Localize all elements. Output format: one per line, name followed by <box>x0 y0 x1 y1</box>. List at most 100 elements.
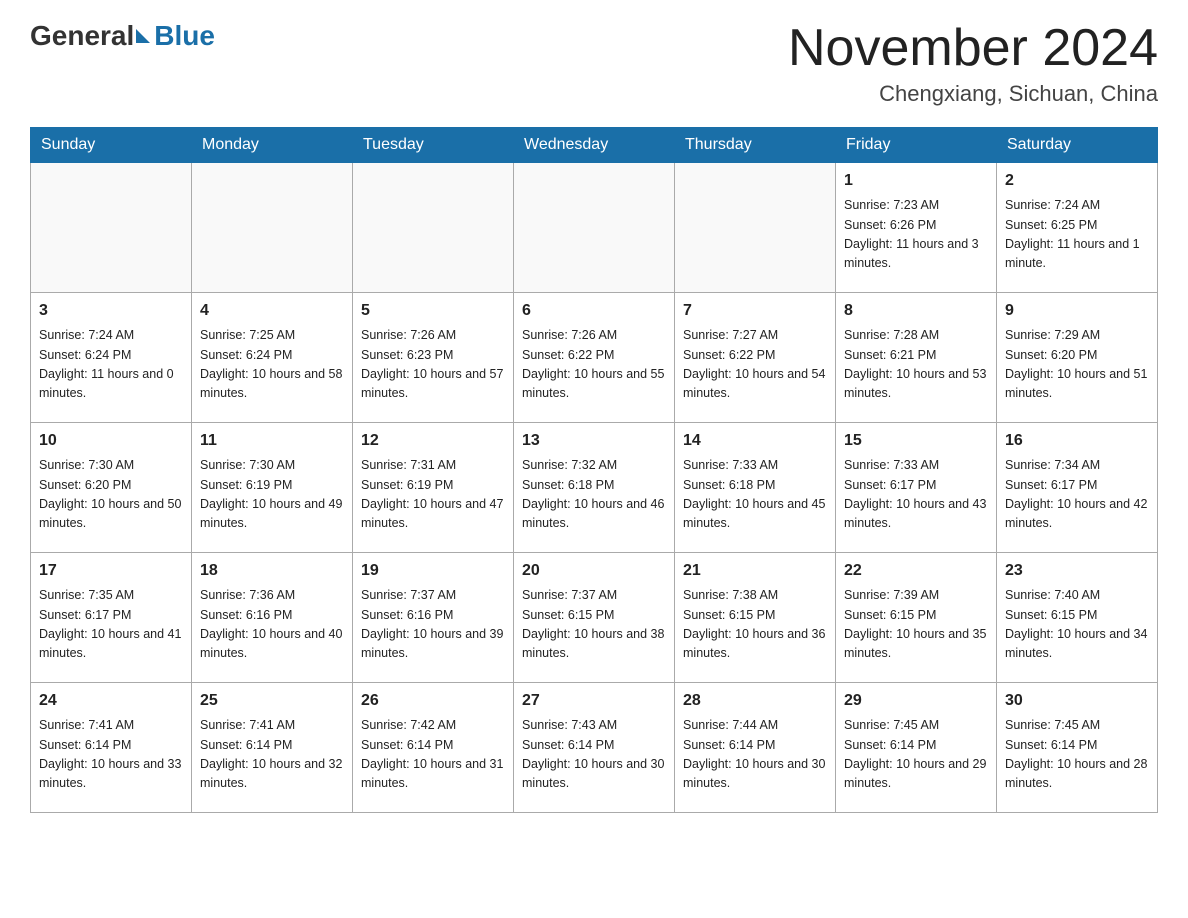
calendar-cell: 30 Sunrise: 7:45 AM Sunset: 6:14 PM Dayli… <box>997 683 1158 813</box>
day-number: 12 <box>361 429 505 453</box>
day-info: Sunrise: 7:41 AM Sunset: 6:14 PM Dayligh… <box>200 716 344 794</box>
day-info: Sunrise: 7:31 AM Sunset: 6:19 PM Dayligh… <box>361 456 505 534</box>
calendar-cell: 8Sunrise: 7:28 AM Sunset: 6:21 PM Daylig… <box>836 293 997 423</box>
day-info: Sunrise: 7:45 AM Sunset: 6:14 PM Dayligh… <box>1005 716 1149 794</box>
location-label: Chengxiang, Sichuan, China <box>788 81 1158 107</box>
weekday-header-monday: Monday <box>192 128 353 163</box>
day-number: 13 <box>522 429 666 453</box>
day-number: 28 <box>683 689 827 713</box>
day-number: 15 <box>844 429 988 453</box>
calendar-week-row: 24 Sunrise: 7:41 AM Sunset: 6:14 PM Dayli… <box>31 683 1158 813</box>
logo: General Blue <box>30 20 215 52</box>
calendar-cell: 17Sunrise: 7:35 AM Sunset: 6:17 PM Dayli… <box>31 553 192 683</box>
day-number: 20 <box>522 559 666 583</box>
day-info: Sunrise: 7:41 AM Sunset: 6:14 PM Dayligh… <box>39 716 183 794</box>
calendar-cell: 15Sunrise: 7:33 AM Sunset: 6:17 PM Dayli… <box>836 423 997 553</box>
calendar-week-row: 3Sunrise: 7:24 AM Sunset: 6:24 PM Daylig… <box>31 293 1158 423</box>
calendar-cell: 2Sunrise: 7:24 AM Sunset: 6:25 PM Daylig… <box>997 163 1158 293</box>
day-info: Sunrise: 7:30 AM Sunset: 6:20 PM Dayligh… <box>39 456 183 534</box>
weekday-header-wednesday: Wednesday <box>514 128 675 163</box>
calendar-cell: 23 Sunrise: 7:40 AM Sunset: 6:15 PM Dayli… <box>997 553 1158 683</box>
day-info: Sunrise: 7:38 AM Sunset: 6:15 PM Dayligh… <box>683 586 827 664</box>
weekday-header-sunday: Sunday <box>31 128 192 163</box>
calendar-cell: 26 Sunrise: 7:42 AM Sunset: 6:14 PM Dayli… <box>353 683 514 813</box>
day-info: Sunrise: 7:24 AM Sunset: 6:24 PM Dayligh… <box>39 326 183 404</box>
day-info: Sunrise: 7:24 AM Sunset: 6:25 PM Dayligh… <box>1005 196 1149 274</box>
logo-blue-text: Blue <box>154 20 215 52</box>
day-number: 11 <box>200 429 344 453</box>
day-number: 27 <box>522 689 666 713</box>
day-number: 18 <box>200 559 344 583</box>
day-number: 16 <box>1005 429 1149 453</box>
day-info: Sunrise: 7:33 AM Sunset: 6:18 PM Dayligh… <box>683 456 827 534</box>
calendar-cell: 19Sunrise: 7:37 AM Sunset: 6:16 PM Dayli… <box>353 553 514 683</box>
day-number: 23 <box>1005 559 1149 583</box>
day-info: Sunrise: 7:23 AM Sunset: 6:26 PM Dayligh… <box>844 196 988 274</box>
day-info: Sunrise: 7:29 AM Sunset: 6:20 PM Dayligh… <box>1005 326 1149 404</box>
day-info: Sunrise: 7:43 AM Sunset: 6:14 PM Dayligh… <box>522 716 666 794</box>
day-info: Sunrise: 7:25 AM Sunset: 6:24 PM Dayligh… <box>200 326 344 404</box>
calendar-week-row: 17Sunrise: 7:35 AM Sunset: 6:17 PM Dayli… <box>31 553 1158 683</box>
day-number: 21 <box>683 559 827 583</box>
day-number: 25 <box>200 689 344 713</box>
day-info: Sunrise: 7:36 AM Sunset: 6:16 PM Dayligh… <box>200 586 344 664</box>
day-info: Sunrise: 7:37 AM Sunset: 6:15 PM Dayligh… <box>522 586 666 664</box>
day-number: 26 <box>361 689 505 713</box>
day-number: 30 <box>1005 689 1149 713</box>
calendar-cell: 24 Sunrise: 7:41 AM Sunset: 6:14 PM Dayli… <box>31 683 192 813</box>
weekday-header-row: SundayMondayTuesdayWednesdayThursdayFrid… <box>31 128 1158 163</box>
calendar-cell: 28 Sunrise: 7:44 AM Sunset: 6:14 PM Dayli… <box>675 683 836 813</box>
day-info: Sunrise: 7:26 AM Sunset: 6:23 PM Dayligh… <box>361 326 505 404</box>
logo-arrow-icon <box>136 29 150 43</box>
day-number: 5 <box>361 299 505 323</box>
title-area: November 2024 Chengxiang, Sichuan, China <box>788 20 1158 107</box>
calendar-week-row: 1 Sunrise: 7:23 AM Sunset: 6:26 PM Daylig… <box>31 163 1158 293</box>
day-number: 1 <box>844 169 988 193</box>
calendar-cell: 11 Sunrise: 7:30 AM Sunset: 6:19 PM Dayli… <box>192 423 353 553</box>
weekday-header-friday: Friday <box>836 128 997 163</box>
day-info: Sunrise: 7:32 AM Sunset: 6:18 PM Dayligh… <box>522 456 666 534</box>
page-header: General Blue November 2024 Chengxiang, S… <box>30 20 1158 107</box>
calendar-cell: 4 Sunrise: 7:25 AM Sunset: 6:24 PM Daylig… <box>192 293 353 423</box>
calendar-cell: 25 Sunrise: 7:41 AM Sunset: 6:14 PM Dayli… <box>192 683 353 813</box>
calendar-cell <box>31 163 192 293</box>
day-info: Sunrise: 7:40 AM Sunset: 6:15 PM Dayligh… <box>1005 586 1149 664</box>
calendar-cell: 6 Sunrise: 7:26 AM Sunset: 6:22 PM Daylig… <box>514 293 675 423</box>
calendar-cell: 12 Sunrise: 7:31 AM Sunset: 6:19 PM Dayli… <box>353 423 514 553</box>
day-number: 6 <box>522 299 666 323</box>
day-number: 4 <box>200 299 344 323</box>
day-info: Sunrise: 7:35 AM Sunset: 6:17 PM Dayligh… <box>39 586 183 664</box>
calendar-cell: 18 Sunrise: 7:36 AM Sunset: 6:16 PM Dayli… <box>192 553 353 683</box>
weekday-header-saturday: Saturday <box>997 128 1158 163</box>
day-info: Sunrise: 7:44 AM Sunset: 6:14 PM Dayligh… <box>683 716 827 794</box>
day-number: 10 <box>39 429 183 453</box>
day-info: Sunrise: 7:27 AM Sunset: 6:22 PM Dayligh… <box>683 326 827 404</box>
calendar-cell <box>192 163 353 293</box>
calendar-cell: 1 Sunrise: 7:23 AM Sunset: 6:26 PM Daylig… <box>836 163 997 293</box>
calendar-cell <box>353 163 514 293</box>
day-info: Sunrise: 7:39 AM Sunset: 6:15 PM Dayligh… <box>844 586 988 664</box>
day-number: 9 <box>1005 299 1149 323</box>
calendar-cell: 29Sunrise: 7:45 AM Sunset: 6:14 PM Dayli… <box>836 683 997 813</box>
calendar-cell: 13 Sunrise: 7:32 AM Sunset: 6:18 PM Dayli… <box>514 423 675 553</box>
day-number: 29 <box>844 689 988 713</box>
day-info: Sunrise: 7:34 AM Sunset: 6:17 PM Dayligh… <box>1005 456 1149 534</box>
day-number: 24 <box>39 689 183 713</box>
day-info: Sunrise: 7:42 AM Sunset: 6:14 PM Dayligh… <box>361 716 505 794</box>
calendar-cell: 22 Sunrise: 7:39 AM Sunset: 6:15 PM Dayli… <box>836 553 997 683</box>
day-info: Sunrise: 7:30 AM Sunset: 6:19 PM Dayligh… <box>200 456 344 534</box>
calendar-cell: 14Sunrise: 7:33 AM Sunset: 6:18 PM Dayli… <box>675 423 836 553</box>
calendar-cell: 16 Sunrise: 7:34 AM Sunset: 6:17 PM Dayli… <box>997 423 1158 553</box>
day-number: 7 <box>683 299 827 323</box>
calendar-cell: 3Sunrise: 7:24 AM Sunset: 6:24 PM Daylig… <box>31 293 192 423</box>
calendar-cell: 9 Sunrise: 7:29 AM Sunset: 6:20 PM Daylig… <box>997 293 1158 423</box>
day-number: 8 <box>844 299 988 323</box>
weekday-header-thursday: Thursday <box>675 128 836 163</box>
day-number: 22 <box>844 559 988 583</box>
calendar-table: SundayMondayTuesdayWednesdayThursdayFrid… <box>30 127 1158 813</box>
day-info: Sunrise: 7:26 AM Sunset: 6:22 PM Dayligh… <box>522 326 666 404</box>
day-number: 19 <box>361 559 505 583</box>
calendar-cell: 27 Sunrise: 7:43 AM Sunset: 6:14 PM Dayli… <box>514 683 675 813</box>
calendar-cell <box>675 163 836 293</box>
calendar-cell <box>514 163 675 293</box>
